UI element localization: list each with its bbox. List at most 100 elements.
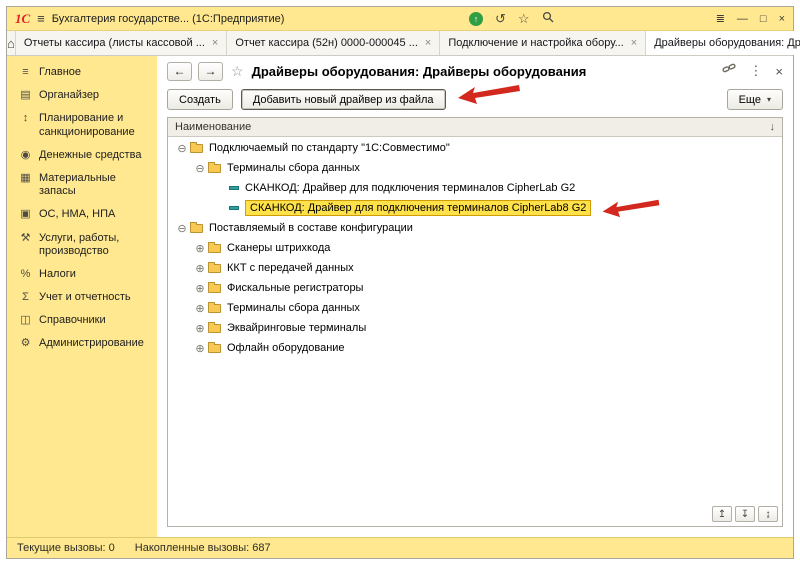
- grid-scroll-controls: ↥ ↧ ↨: [712, 506, 778, 522]
- folder-icon: [208, 344, 221, 353]
- row-label: Терминалы сбора данных: [227, 162, 360, 174]
- sidebar-item-label: Услуги, работы, производство: [39, 232, 153, 258]
- table-row[interactable]: ⊖Поставляемый в составе конфигурации: [168, 218, 782, 238]
- more-button[interactable]: Еще ▾: [727, 89, 783, 110]
- sidebar-item-main[interactable]: ≡ Главное: [7, 61, 157, 84]
- sort-descending-icon[interactable]: ↓: [770, 121, 776, 133]
- tab-cashier-reports[interactable]: Отчеты кассира (листы кассовой ... ×: [16, 31, 227, 55]
- row-label: Фискальные регистраторы: [227, 282, 363, 294]
- sidebar-item-services[interactable]: ⚒ Услуги, работы, производство: [7, 227, 157, 263]
- collapse-icon[interactable]: ⊖: [192, 162, 208, 175]
- main-area: ≡ Главное ▤ Органайзер ↕ Планирование и …: [7, 56, 793, 537]
- expand-icon[interactable]: ⊕: [192, 302, 208, 315]
- sidebar-item-organizer[interactable]: ▤ Органайзер: [7, 84, 157, 107]
- collapse-icon[interactable]: ⊖: [174, 142, 190, 155]
- expand-icon[interactable]: ⊕: [192, 262, 208, 275]
- create-button[interactable]: Создать: [167, 89, 233, 110]
- table-row[interactable]: ⊖ Терминалы сбора данных: [168, 158, 782, 178]
- forward-button[interactable]: →: [198, 62, 223, 81]
- expand-icon[interactable]: ⊕: [192, 322, 208, 335]
- sidebar-item-planning[interactable]: ↕ Планирование и санкционирование: [7, 107, 157, 143]
- main-menu-icon[interactable]: ≡: [37, 11, 45, 26]
- add-driver-from-file-button[interactable]: Добавить новый драйвер из файла: [241, 89, 446, 110]
- page-title: Драйверы оборудования: Драйверы оборудов…: [252, 64, 587, 79]
- table-row[interactable]: ⊕ККТ с передачей данных: [168, 258, 782, 278]
- row-label: Подключаемый по стандарту "1С:Совместимо…: [209, 142, 450, 154]
- content-area: ← → ☆ Драйверы оборудования: Драйверы об…: [157, 56, 793, 537]
- table-row[interactable]: СКАНКОД: Драйвер для подключения термина…: [168, 198, 782, 218]
- sidebar-item-label: Главное: [39, 66, 81, 79]
- table-row[interactable]: СКАНКОД: Драйвер для подключения термина…: [168, 178, 782, 198]
- status-bar: Текущие вызовы: 0 Накопленные вызовы: 68…: [7, 537, 793, 558]
- services-icon: ⚒: [19, 232, 32, 245]
- history-icon[interactable]: ↺: [495, 11, 506, 27]
- scroll-to-bottom-button[interactable]: ↧: [735, 506, 755, 522]
- collapse-icon[interactable]: ⊖: [174, 222, 190, 235]
- folder-icon: [208, 264, 221, 273]
- sidebar-item-label: Материальные запасы: [39, 172, 153, 198]
- sidebar-item-label: ОС, НМА, НПА: [39, 208, 115, 221]
- driver-tree: ⊖Подключаемый по стандарту "1С:Совместим…: [168, 137, 782, 526]
- ribbon-lines-icon[interactable]: ≣: [716, 12, 725, 25]
- row-label: Эквайринговые терминалы: [227, 322, 366, 334]
- favorites-star-icon[interactable]: ☆: [518, 11, 530, 27]
- row-label: Терминалы сбора данных: [227, 302, 360, 314]
- folder-icon: [208, 244, 221, 253]
- scroll-to-top-button[interactable]: ↥: [712, 506, 732, 522]
- expand-icon[interactable]: ⊕: [192, 242, 208, 255]
- window-title: Бухгалтерия государстве... (1С:Предприят…: [52, 13, 285, 25]
- table-row[interactable]: ⊕Сканеры штрихкода: [168, 238, 782, 258]
- sidebar-item-administration[interactable]: ⚙ Администрирование: [7, 332, 157, 355]
- home-icon[interactable]: ⌂: [7, 31, 16, 55]
- more-actions-icon[interactable]: ⋮: [749, 63, 762, 79]
- maximize-button[interactable]: □: [760, 13, 767, 25]
- sidebar-item-label: Администрирование: [39, 337, 144, 350]
- scroll-page-button[interactable]: ↨: [758, 506, 778, 522]
- table-row[interactable]: ⊕ Терминалы сбора данных: [168, 298, 782, 318]
- expand-icon[interactable]: ⊕: [192, 282, 208, 295]
- close-button[interactable]: ×: [779, 13, 785, 25]
- column-header-name[interactable]: Наименование ↓: [168, 118, 782, 137]
- chevron-down-icon: ▾: [767, 95, 771, 104]
- close-form-icon[interactable]: ×: [775, 64, 783, 79]
- tab-close-icon[interactable]: ×: [212, 37, 218, 49]
- search-icon[interactable]: [542, 11, 554, 26]
- table-row[interactable]: ⊖ Подключаемый по стандарту "1С:Совместим…: [168, 138, 782, 158]
- expand-icon[interactable]: ⊕: [192, 342, 208, 355]
- tab-cashier-report-52n[interactable]: Отчет кассира (52н) 0000-000045 ... ×: [227, 31, 440, 55]
- sidebar-item-materials[interactable]: ▦ Материальные запасы: [7, 167, 157, 203]
- sidebar-item-fixed-assets[interactable]: ▣ ОС, НМА, НПА: [7, 203, 157, 226]
- tab-label: Подключение и настройка обору...: [448, 37, 623, 49]
- sidebar-item-accounting[interactable]: Σ Учет и отчетность: [7, 286, 157, 309]
- back-button[interactable]: ←: [167, 62, 192, 81]
- row-label: СКАНКОД: Драйвер для подключения термина…: [245, 182, 575, 194]
- title-bar: 1С ≡ Бухгалтерия государстве... (1С:Пред…: [7, 7, 793, 31]
- minimize-button[interactable]: —: [737, 13, 748, 25]
- tab-close-icon[interactable]: ×: [631, 37, 637, 49]
- sidebar-item-label: Справочники: [39, 314, 106, 327]
- sidebar-item-catalogs[interactable]: ◫ Справочники: [7, 309, 157, 332]
- toolbar: Создать Добавить новый драйвер из файла …: [157, 86, 793, 117]
- tab-hardware-setup[interactable]: Подключение и настройка обору... ×: [440, 31, 646, 55]
- link-icon[interactable]: [722, 62, 736, 80]
- money-icon: ◉: [19, 149, 32, 162]
- tab-bar: ⌂ Отчеты кассира (листы кассовой ... × О…: [7, 31, 793, 56]
- sidebar-item-money[interactable]: ◉ Денежные средства: [7, 144, 157, 167]
- sidebar-item-label: Налоги: [39, 268, 76, 281]
- sidebar-item-label: Органайзер: [39, 89, 99, 102]
- 1c-logo: 1С: [15, 11, 30, 27]
- row-label: СКАНКОД: Драйвер для подключения термина…: [245, 200, 591, 216]
- sidebar-item-label: Денежные средства: [39, 149, 141, 162]
- table-row[interactable]: ⊕ Фискальные регистраторы: [168, 278, 782, 298]
- table-row[interactable]: ⊕Офлайн оборудование: [168, 338, 782, 358]
- tab-label: Отчет кассира (52н) 0000-000045 ...: [235, 37, 418, 49]
- tab-hardware-drivers[interactable]: Драйверы оборудования: Драйве... ×: [646, 31, 800, 55]
- gear-icon: ⚙: [19, 337, 32, 350]
- folder-icon: [190, 144, 203, 153]
- service-status-icon[interactable]: ↑: [469, 12, 483, 26]
- tab-close-icon[interactable]: ×: [425, 37, 431, 49]
- sidebar-item-taxes[interactable]: % Налоги: [7, 263, 157, 286]
- driver-icon: [229, 186, 239, 190]
- table-row[interactable]: ⊕ Эквайринговые терминалы: [168, 318, 782, 338]
- add-to-favorites-icon[interactable]: ☆: [231, 63, 244, 80]
